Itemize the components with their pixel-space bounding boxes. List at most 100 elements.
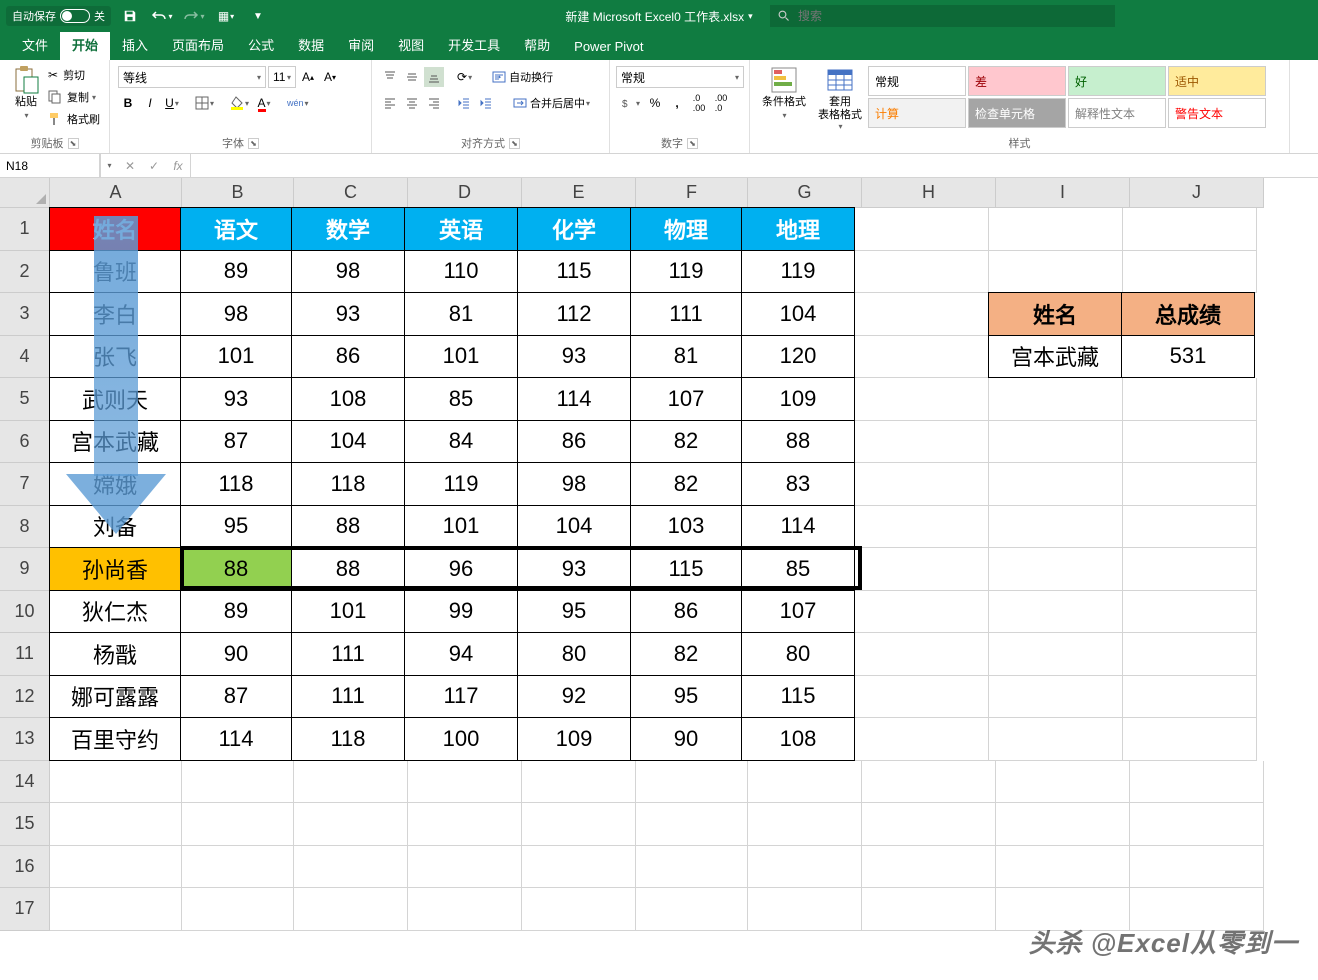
cell-H1[interactable] xyxy=(855,208,989,251)
cell-A7[interactable]: 嫦娥 xyxy=(49,462,181,506)
style-好[interactable]: 好 xyxy=(1068,66,1166,96)
enter-formula-button[interactable]: ✓ xyxy=(142,159,166,173)
bold-button[interactable]: B xyxy=(118,93,138,113)
col-header-I[interactable]: I xyxy=(996,178,1130,208)
cell-E7[interactable]: 98 xyxy=(517,462,631,506)
style-警告文本[interactable]: 警告文本 xyxy=(1168,98,1266,128)
cell-F11[interactable]: 82 xyxy=(630,632,742,676)
style-解释性文本[interactable]: 解释性文本 xyxy=(1068,98,1166,128)
cell-F14[interactable] xyxy=(636,761,748,804)
cell-D17[interactable] xyxy=(408,888,522,931)
conditional-format-button[interactable]: 条件格式▾ xyxy=(756,62,812,124)
cell-D2[interactable]: 110 xyxy=(404,250,518,294)
style-计算[interactable]: 计算 xyxy=(868,98,966,128)
cell-B3[interactable]: 98 xyxy=(180,292,292,336)
row-header-15[interactable]: 15 xyxy=(0,803,50,846)
cell-C17[interactable] xyxy=(294,888,408,931)
cell-C13[interactable]: 118 xyxy=(291,717,405,761)
orientation-button[interactable]: ⟳▾ xyxy=(454,67,475,87)
cell-G1[interactable]: 地理 xyxy=(741,207,855,251)
cell-C6[interactable]: 104 xyxy=(291,420,405,464)
cell-E8[interactable]: 104 xyxy=(517,505,631,549)
cell-G8[interactable]: 114 xyxy=(741,505,855,549)
decrease-indent-button[interactable] xyxy=(454,93,474,113)
cell-H13[interactable] xyxy=(855,718,989,761)
row-header-5[interactable]: 5 xyxy=(0,378,50,421)
cell-C16[interactable] xyxy=(294,846,408,889)
row-header-10[interactable]: 10 xyxy=(0,591,50,634)
cell-A8[interactable]: 刘备 xyxy=(49,505,181,549)
cell-C4[interactable]: 86 xyxy=(291,335,405,379)
cell-E15[interactable] xyxy=(522,803,636,846)
decrease-decimal-button[interactable]: .00.0 xyxy=(711,93,731,113)
tab-文件[interactable]: 文件 xyxy=(10,29,60,60)
cell-G12[interactable]: 115 xyxy=(741,675,855,719)
row-header-12[interactable]: 12 xyxy=(0,676,50,719)
cell-B10[interactable]: 89 xyxy=(180,590,292,634)
col-header-J[interactable]: J xyxy=(1130,178,1264,208)
cell-G5[interactable]: 109 xyxy=(741,377,855,421)
cell-H6[interactable] xyxy=(855,421,989,464)
cell-J14[interactable] xyxy=(1130,761,1264,804)
cell-B6[interactable]: 87 xyxy=(180,420,292,464)
cell-E12[interactable]: 92 xyxy=(517,675,631,719)
style-检查单元格[interactable]: 检查单元格 xyxy=(968,98,1066,128)
clipboard-launcher[interactable]: ⬊ xyxy=(68,138,79,149)
wrap-text-button[interactable]: 自动换行 xyxy=(489,67,556,87)
cell-C15[interactable] xyxy=(294,803,408,846)
cell-J10[interactable] xyxy=(1123,591,1257,634)
cell-F12[interactable]: 95 xyxy=(630,675,742,719)
cell-D13[interactable]: 100 xyxy=(404,717,518,761)
search-box[interactable] xyxy=(770,5,1115,27)
cell-F1[interactable]: 物理 xyxy=(630,207,742,251)
border-button[interactable]: ▾ xyxy=(192,93,217,113)
cell-E11[interactable]: 80 xyxy=(517,632,631,676)
font-name-combo[interactable]: 等线▾ xyxy=(118,66,266,88)
cell-H10[interactable] xyxy=(855,591,989,634)
cell-H12[interactable] xyxy=(855,676,989,719)
cell-G9[interactable]: 85 xyxy=(741,547,855,591)
number-format-combo[interactable]: 常规▾ xyxy=(616,66,744,88)
cell-I15[interactable] xyxy=(996,803,1130,846)
cell-D11[interactable]: 94 xyxy=(404,632,518,676)
title-dropdown-icon[interactable]: ▾ xyxy=(748,11,753,22)
cell-D12[interactable]: 117 xyxy=(404,675,518,719)
decrease-font-button[interactable]: A▾ xyxy=(320,67,340,87)
cell-D8[interactable]: 101 xyxy=(404,505,518,549)
cell-A13[interactable]: 百里守约 xyxy=(49,717,181,761)
row-header-8[interactable]: 8 xyxy=(0,506,50,549)
cell-I14[interactable] xyxy=(996,761,1130,804)
cell-I2[interactable] xyxy=(989,251,1123,294)
cell-J11[interactable] xyxy=(1123,633,1257,676)
select-all-corner[interactable] xyxy=(0,178,50,208)
cell-E4[interactable]: 93 xyxy=(517,335,631,379)
autosave-toggle[interactable]: 自动保存 关 xyxy=(6,6,111,26)
cell-I7[interactable] xyxy=(989,463,1123,506)
cell-I10[interactable] xyxy=(989,591,1123,634)
cell-D5[interactable]: 85 xyxy=(404,377,518,421)
col-header-F[interactable]: F xyxy=(636,178,748,208)
italic-button[interactable]: I xyxy=(140,93,160,113)
cell-C3[interactable]: 93 xyxy=(291,292,405,336)
cell-G17[interactable] xyxy=(748,888,862,931)
cell-H17[interactable] xyxy=(862,888,996,931)
font-size-combo[interactable]: 11▾ xyxy=(268,66,296,88)
undo-button[interactable]: ▾ xyxy=(149,4,175,28)
style-常规[interactable]: 常规 xyxy=(868,66,966,96)
col-header-G[interactable]: G xyxy=(748,178,862,208)
cell-B8[interactable]: 95 xyxy=(180,505,292,549)
cell-I16[interactable] xyxy=(996,846,1130,889)
cell-B1[interactable]: 语文 xyxy=(180,207,292,251)
row-header-9[interactable]: 9 xyxy=(0,548,50,591)
cell-H5[interactable] xyxy=(855,378,989,421)
cell-B13[interactable]: 114 xyxy=(180,717,292,761)
row-header-3[interactable]: 3 xyxy=(0,293,50,336)
col-header-C[interactable]: C xyxy=(294,178,408,208)
cell-J12[interactable] xyxy=(1123,676,1257,719)
cell-D4[interactable]: 101 xyxy=(404,335,518,379)
cell-J15[interactable] xyxy=(1130,803,1264,846)
cell-J5[interactable] xyxy=(1123,378,1257,421)
align-top-button[interactable] xyxy=(380,67,400,87)
cell-B2[interactable]: 89 xyxy=(180,250,292,294)
cell-I3[interactable]: 姓名 xyxy=(988,292,1122,336)
